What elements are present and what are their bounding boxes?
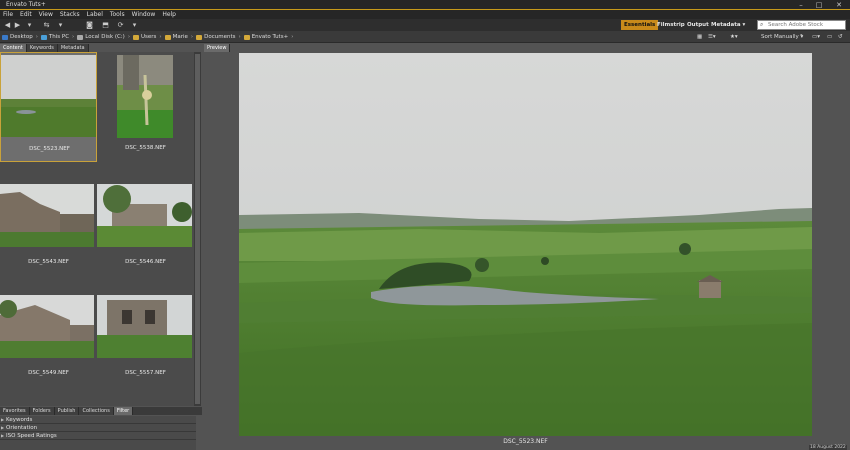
grid-view-icon[interactable]: ▦ [697,31,702,43]
thumbnail-grid: DSC_5523.NEF DSC_5538.NEF DSC_5543.NEF D… [0,52,194,406]
tab-filter[interactable]: Filter [113,407,134,415]
ruin-image [0,295,94,358]
menu-edit[interactable]: Edit [20,10,32,19]
tab-keywords[interactable]: Keywords [26,44,58,52]
sort-ascending-icon[interactable]: ⌃ [799,31,804,43]
crumb-desktop[interactable]: Desktop › [2,34,41,40]
minimize-button[interactable]: – [794,0,808,10]
preview-image [239,53,812,436]
preview-tabs: Preview [204,44,231,52]
boomerang-icon[interactable]: ⇆ [42,21,51,29]
thumbnail-dsc-5543[interactable]: DSC_5543.NEF [0,184,97,294]
title-bar: Envato Tuts+ – □ ✕ [0,0,850,10]
toolbar: ◀ ▶ ▾ ⇆ ▾ ◙ ⬒ ⟳ ▾ Essentials Filmstrip O… [0,19,850,31]
thumbnail-scrollbar[interactable] [194,52,201,406]
workspace-metadata[interactable]: Metadata ▾ [708,20,748,30]
computer-icon [40,34,47,40]
menu-help[interactable]: Help [162,10,176,19]
thumbnail-dsc-5549[interactable]: DSC_5549.NEF [0,295,97,405]
menu-file[interactable]: File [3,10,13,19]
expand-icon: ▶ [1,425,5,430]
filter-panel-empty [0,440,196,450]
preview-filename: DSC_5523.NEF [503,438,548,445]
sort-dropdown[interactable]: Sort Manually ▾ [761,31,803,43]
menu-window[interactable]: Window [132,10,156,19]
search-icon: ⌕ [760,21,764,28]
expand-icon: ▶ [1,417,5,422]
tab-preview[interactable]: Preview [204,44,231,52]
tab-metadata[interactable]: Metadata [57,44,89,52]
date-stamp: 18 August 2022 [809,445,847,450]
thumbnail-dsc-5538[interactable]: DSC_5538.NEF [97,52,194,162]
folder-icon [164,34,171,40]
new-folder-icon[interactable]: ▭ [827,31,832,43]
recent-folders-icon[interactable]: ▾ [56,21,65,29]
tab-publish[interactable]: Publish [54,407,80,415]
tab-content[interactable]: Content [0,44,27,52]
menu-tools[interactable]: Tools [110,10,125,19]
left-panel-tabs: Content Keywords Metadata [0,44,89,52]
tab-folders[interactable]: Folders [29,407,55,415]
crumb-envato[interactable]: Envato Tuts+ › [243,34,297,40]
folder-icon [243,34,250,40]
dropdown-icon[interactable]: ▾ [25,21,34,29]
disk-icon [77,34,84,40]
crumb-documents[interactable]: Documents › [196,34,244,40]
thumbnail-dsc-5557[interactable]: DSC_5557.NEF [97,295,194,405]
rotate-icon[interactable]: ↺ [838,31,843,43]
desktop-icon [2,34,8,40]
tab-collections[interactable]: Collections [79,407,114,415]
workspace-filmstrip[interactable]: Filmstrip [654,20,688,30]
window-title: Envato Tuts+ [6,1,46,8]
thumbnail-dsc-5523[interactable]: DSC_5523.NEF [0,52,97,162]
ruin-image [97,295,192,358]
workspace-essentials[interactable]: Essentials [621,20,659,30]
close-button[interactable]: ✕ [832,0,846,10]
maximize-button[interactable]: □ [812,0,826,10]
thumbnail-label: DSC_5538.NEF [125,145,166,151]
crumb-users[interactable]: Users › [133,34,165,40]
thumbnail-dsc-5546[interactable]: DSC_5546.NEF [97,184,194,294]
menu-view[interactable]: View [39,10,53,19]
search-input[interactable]: ⌕ Search Adobe Stock [757,20,846,30]
output-icon[interactable]: ▾ [130,21,139,29]
breadcrumb: Desktop › This PC › Local Disk (C:) › Users… [2,31,296,43]
menu-label[interactable]: Label [87,10,103,19]
refine-icon[interactable]: ⬒ [101,21,110,29]
crumb-local-disk[interactable]: Local Disk (C:) › [77,34,133,40]
path-bar: Desktop › This PC › Local Disk (C:) › Users… [0,31,850,43]
bottom-panel-tabs: Favorites Folders Publish Collections Fi… [0,407,202,415]
menu-stacks[interactable]: Stacks [60,10,80,19]
ruin-image [97,184,192,247]
thumbnail-label: DSC_5543.NEF [28,259,69,265]
thumbnail-label: DSC_5546.NEF [125,259,166,265]
expand-icon: ▶ [1,433,5,438]
filter-keywords[interactable]: ▶ Keywords [0,416,196,424]
folder-icon [133,34,140,40]
filter-orientation[interactable]: ▶ Orientation [0,424,196,432]
folder-icon [196,34,203,40]
back-icon[interactable]: ◀ [3,21,12,29]
view-options-icon[interactable]: ☰▾ [708,31,716,43]
open-recent-icon[interactable]: ⟳ [116,21,125,29]
ruin-image [0,184,94,247]
crumb-this-pc[interactable]: This PC › [40,34,77,40]
forward-icon[interactable]: ▶ [13,21,22,29]
landscape-image [1,55,96,137]
star-filter-icon[interactable]: ★▾ [730,31,738,43]
filter-iso[interactable]: ▶ ISO Speed Ratings [0,432,196,440]
tab-favorites[interactable]: Favorites [0,407,30,415]
crumb-marie[interactable]: Marie › [164,34,197,40]
thumbnail-label: DSC_5549.NEF [28,370,69,376]
plant-image [117,55,173,138]
thumbnail-label: DSC_5523.NEF [29,146,70,152]
thumbnail-label: DSC_5557.NEF [125,370,166,376]
menu-bar: File Edit View Stacks Label Tools Window… [0,10,850,19]
recent-folder-icon[interactable]: ▭▾ [812,31,820,43]
scrollbar-thumb[interactable] [195,54,200,404]
camera-icon[interactable]: ◙ [85,21,94,29]
landscape-photo [239,53,812,436]
search-placeholder: Search Adobe Stock [768,22,824,28]
